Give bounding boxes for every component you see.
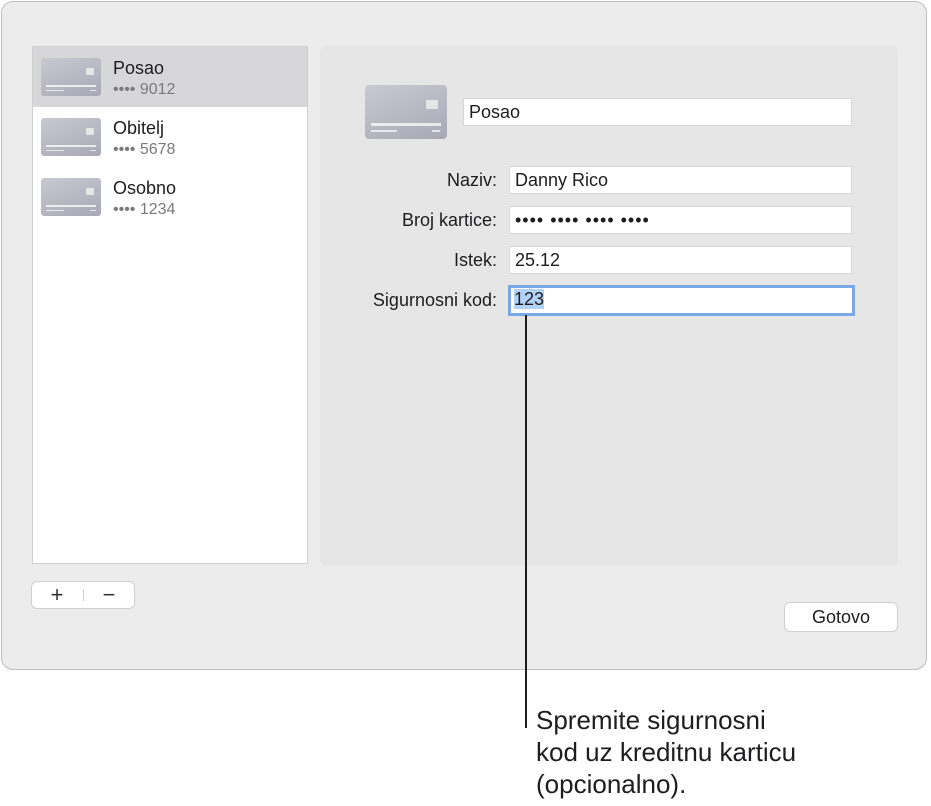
security-code-label: Sigurnosni kod: [372, 290, 497, 310]
card-list-item-number: •••• 1234 [113, 201, 176, 218]
card-list-item-posao[interactable]: Posao •••• 9012 [33, 47, 307, 107]
card-list-item-title: Osobno [113, 178, 177, 198]
credit-card-icon [41, 118, 101, 156]
card-list-item-number: •••• 9012 [113, 81, 176, 98]
callout-line-1: Spremite sigurnosni [536, 705, 766, 735]
expiry-field[interactable]: 25.12 [509, 246, 852, 274]
security-code-value: 123 [514, 289, 545, 309]
callout-text: Spremite sigurnosni kod uz kreditnu kart… [536, 704, 916, 800]
add-remove-control: + − [31, 581, 135, 609]
card-number-field[interactable]: •••• •••• •••• •••• [509, 206, 852, 234]
name-label: Naziv: [446, 170, 497, 190]
card-list-item-number: •••• 5678 [113, 141, 176, 158]
card-list: Posao •••• 9012 Obitelj •••• 5678 Osobno… [32, 46, 308, 564]
card-list-item-title: Posao [113, 58, 165, 78]
callout-line [525, 315, 527, 728]
callout-line-3: (opcionalno). [536, 769, 687, 799]
card-number-label: Broj kartice: [401, 210, 497, 230]
security-code-field[interactable]: 123 [508, 285, 855, 316]
callout-line-2: kod uz kreditnu karticu [536, 737, 797, 767]
done-button[interactable]: Gotovo [784, 602, 898, 632]
card-list-item-title: Obitelj [113, 118, 165, 138]
card-list-item-osobno[interactable]: Osobno •••• 1234 [33, 167, 307, 227]
add-card-button[interactable]: + [32, 582, 82, 608]
name-field[interactable]: Danny Rico [509, 166, 852, 194]
expiry-label: Istek: [453, 250, 497, 270]
card-title-field[interactable]: Posao [463, 98, 852, 126]
credit-card-icon [41, 58, 101, 96]
credit-card-icon [365, 85, 447, 139]
card-list-item-obitelj[interactable]: Obitelj •••• 5678 [33, 107, 307, 167]
credit-card-icon [41, 178, 101, 216]
remove-card-button[interactable]: − [84, 582, 134, 608]
